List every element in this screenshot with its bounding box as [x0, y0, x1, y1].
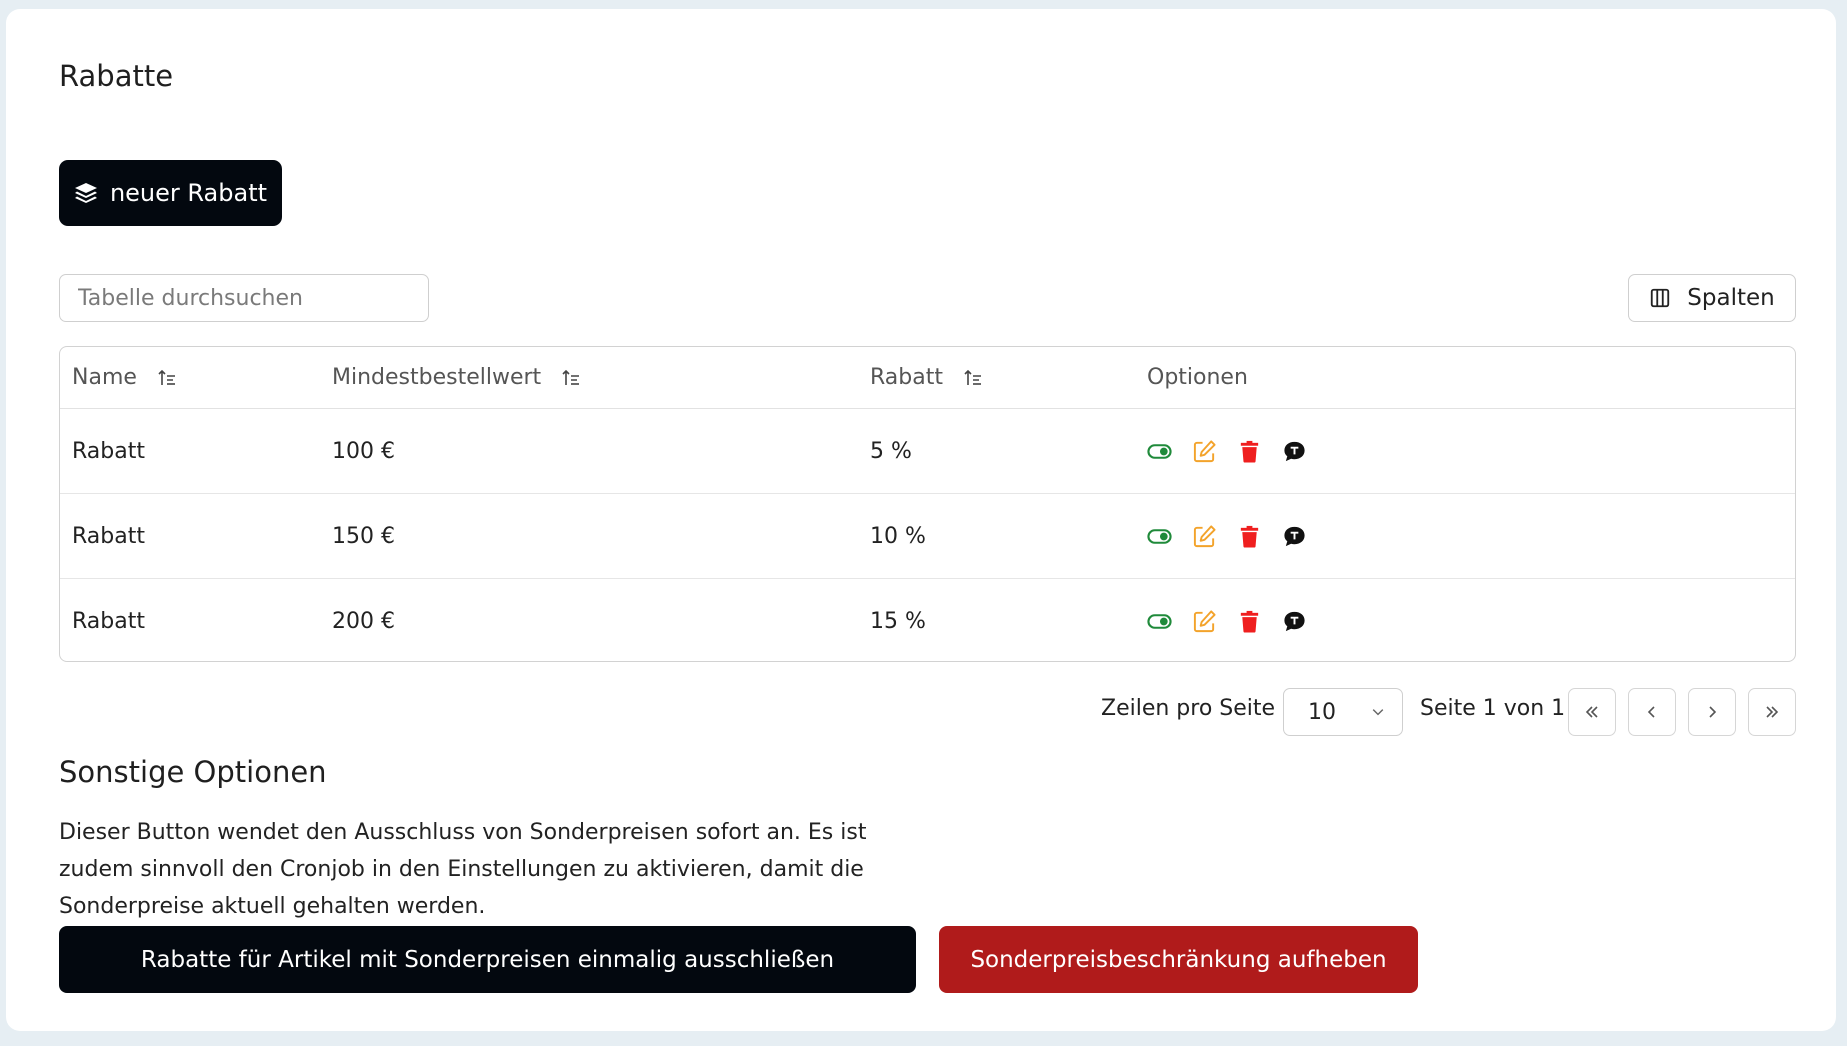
- next-page-icon: [1709, 706, 1717, 718]
- cell-discount: 10 %: [858, 493, 1135, 579]
- next-page-button[interactable]: [1688, 688, 1736, 736]
- comment-icon[interactable]: [1282, 524, 1307, 549]
- cell-min-order: 150 €: [320, 493, 858, 579]
- edit-icon[interactable]: [1192, 524, 1217, 549]
- cell-discount: 5 %: [858, 408, 1135, 494]
- rows-per-page-label: Zeilen pro Seite: [1101, 696, 1276, 721]
- toggle-visibility-icon[interactable]: [1147, 609, 1172, 634]
- new-discount-button[interactable]: neuer Rabatt: [59, 160, 282, 226]
- cell-options: [1135, 579, 1795, 662]
- rows-per-page-value: 10: [1308, 699, 1336, 725]
- discount-table: Name Mindestbestellwert Rabatt Optionen …: [59, 346, 1796, 662]
- columns-button[interactable]: Spalten: [1628, 274, 1796, 322]
- column-header-options: Optionen: [1135, 347, 1795, 409]
- layers-icon: [74, 181, 98, 205]
- cell-min-order: 100 €: [320, 408, 858, 494]
- table-row: Rabatt 100 € 5 %: [60, 408, 1795, 494]
- cell-name: Rabatt: [60, 493, 320, 579]
- edit-icon[interactable]: [1192, 609, 1217, 634]
- last-page-button[interactable]: [1748, 688, 1796, 736]
- comment-icon[interactable]: [1282, 439, 1307, 464]
- toggle-visibility-icon[interactable]: [1147, 524, 1172, 549]
- columns-label: Spalten: [1687, 285, 1775, 311]
- remove-special-price-restriction-button[interactable]: Sonderpreisbeschränkung aufheben: [939, 926, 1418, 993]
- cell-min-order: 200 €: [332, 608, 395, 634]
- previous-page-button[interactable]: [1628, 688, 1676, 736]
- new-discount-label: neuer Rabatt: [109, 179, 268, 207]
- column-header-min-order[interactable]: Mindestbestellwert: [320, 347, 858, 409]
- delete-icon[interactable]: [1237, 439, 1262, 464]
- table-row: Rabatt 150 € 10 %: [60, 493, 1795, 579]
- section-title-other-options: Sonstige Optionen: [59, 755, 327, 789]
- page-title: Rabatte: [59, 59, 174, 93]
- chevron-down-icon: [1372, 709, 1384, 716]
- sort-icon[interactable]: [561, 368, 581, 388]
- column-header-discount[interactable]: Rabatt: [858, 347, 1135, 409]
- edit-icon[interactable]: [1192, 439, 1217, 464]
- delete-icon[interactable]: [1237, 609, 1262, 634]
- prev-page-icon: [1647, 706, 1655, 718]
- cell-options: [1135, 408, 1795, 494]
- comment-icon[interactable]: [1282, 609, 1307, 634]
- columns-icon: [1649, 287, 1671, 309]
- delete-icon[interactable]: [1237, 524, 1262, 549]
- last-page-icon: [1766, 706, 1779, 718]
- rows-per-page-select[interactable]: 10: [1283, 688, 1403, 736]
- first-page-button[interactable]: [1568, 688, 1616, 736]
- table-header-row: Name Mindestbestellwert Rabatt Optionen: [60, 347, 1795, 409]
- sort-icon[interactable]: [963, 368, 983, 388]
- exclude-special-prices-button[interactable]: Rabatte für Artikel mit Sonderpreisen ei…: [59, 926, 916, 993]
- cell-name: Rabatt: [60, 408, 320, 494]
- toggle-visibility-icon[interactable]: [1147, 439, 1172, 464]
- search-input[interactable]: [59, 274, 429, 322]
- first-page-icon: [1585, 706, 1598, 718]
- column-header-name[interactable]: Name: [60, 347, 320, 409]
- sort-icon[interactable]: [157, 368, 177, 388]
- cell-options: [1135, 493, 1795, 579]
- cell-discount: 15 %: [870, 608, 926, 634]
- content-card: Rabatte neuer Rabatt Spalten Name: [6, 9, 1836, 1031]
- page-info: Seite 1 von 1: [1420, 696, 1566, 721]
- cell-name: Rabatt: [72, 608, 145, 634]
- other-options-description: Dieser Button wendet den Ausschluss von …: [59, 820, 867, 919]
- table-row: Rabatt 200 € 15 %: [60, 579, 1795, 662]
